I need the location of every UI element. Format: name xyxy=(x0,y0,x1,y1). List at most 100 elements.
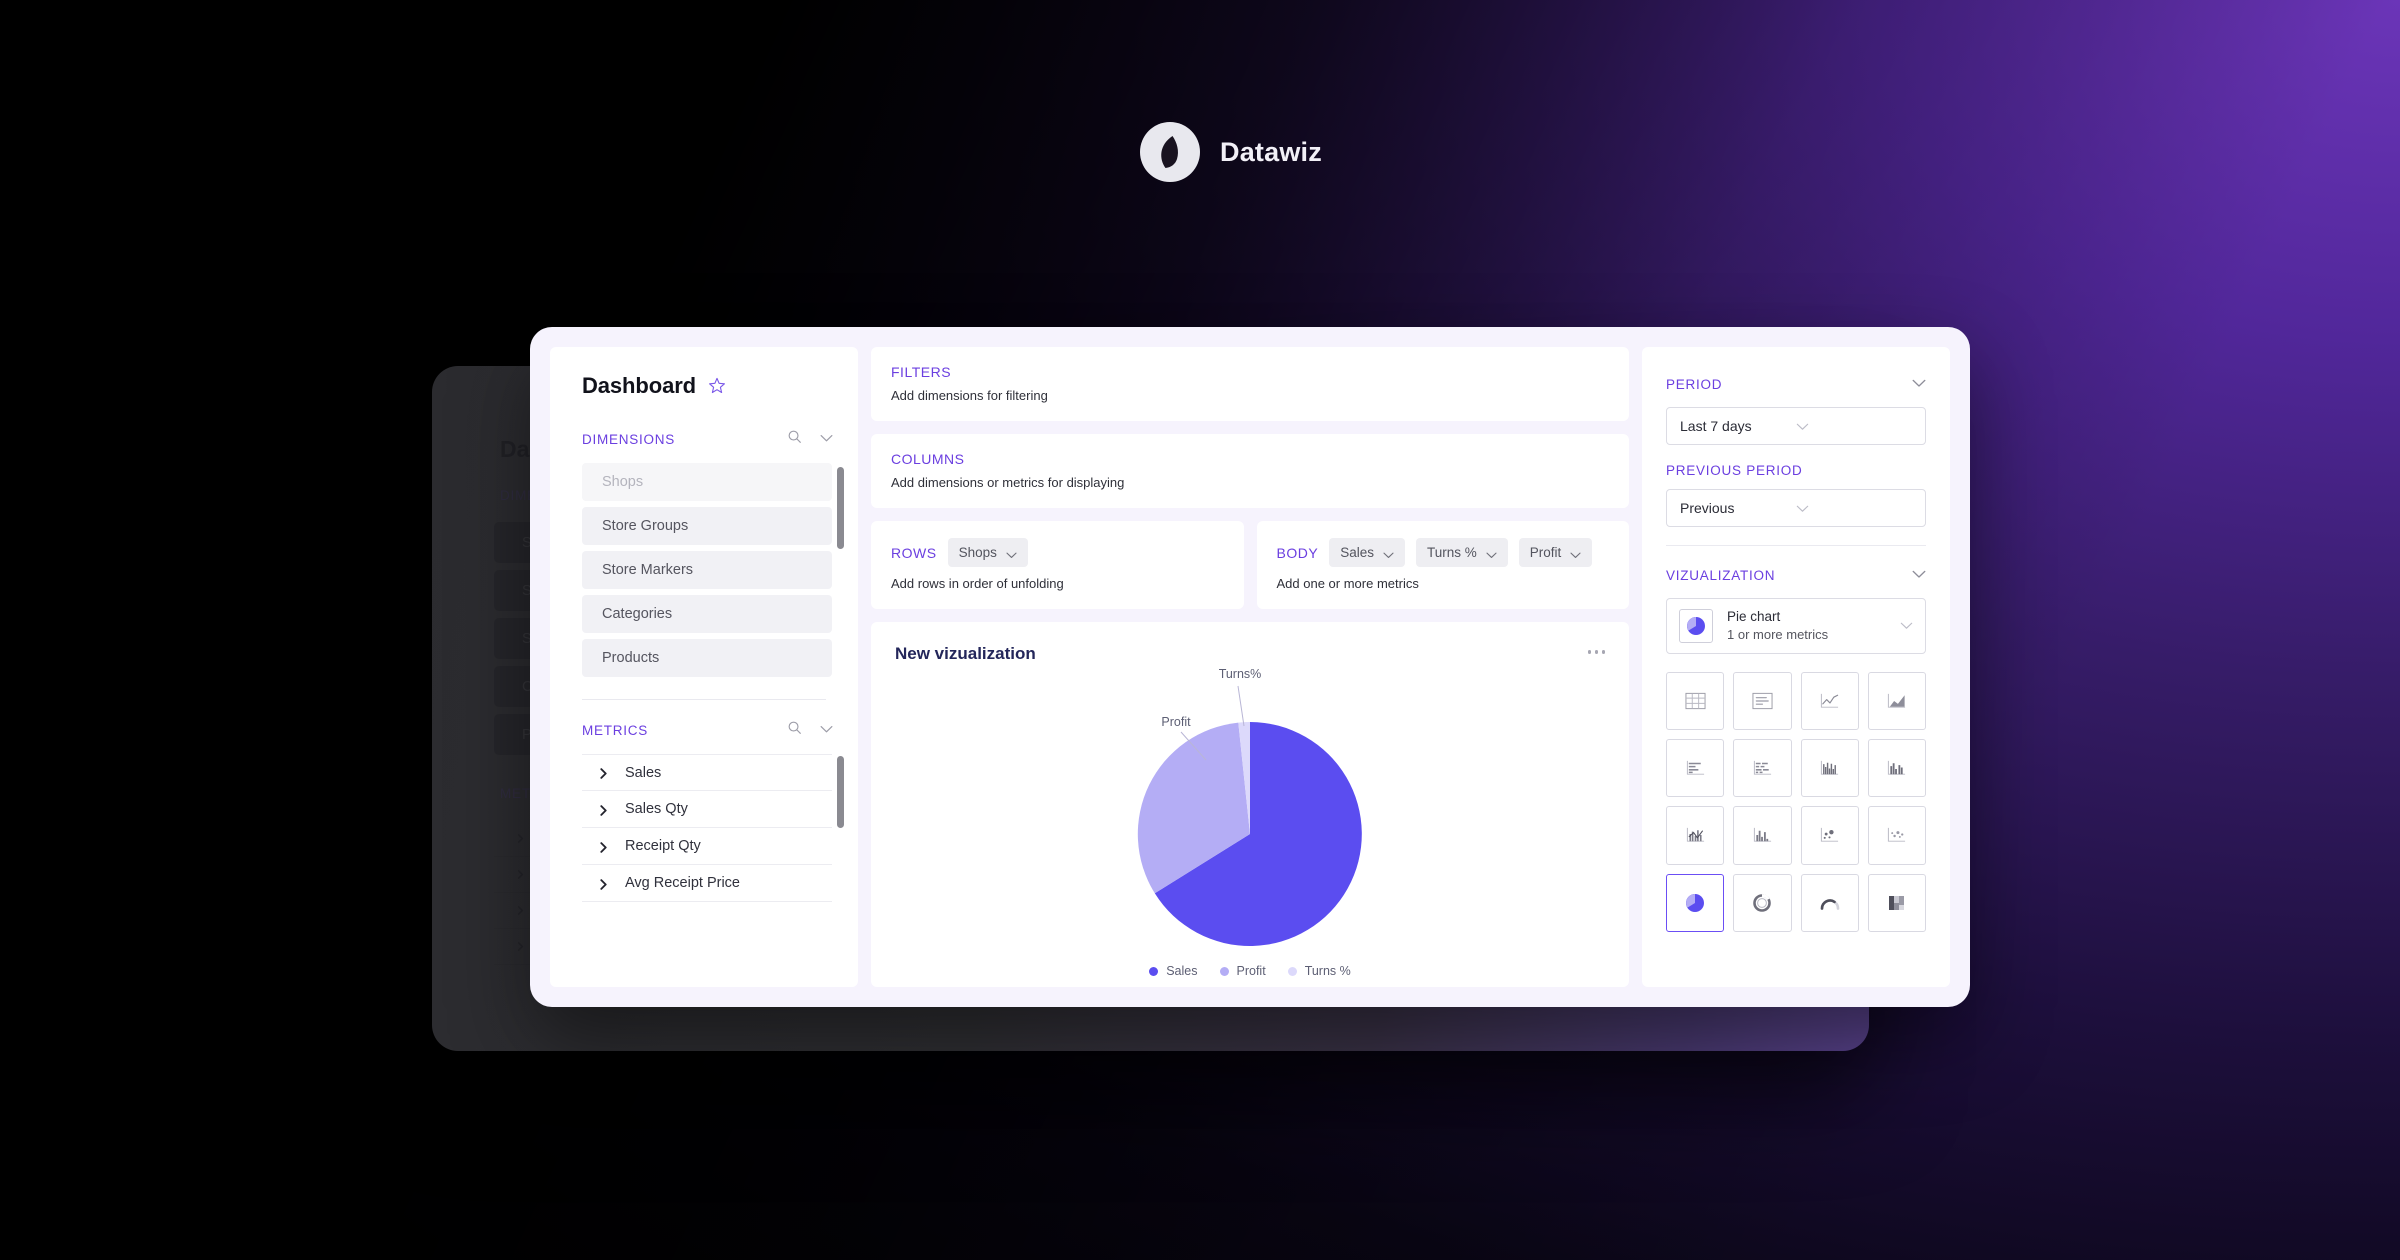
donut-chart-icon[interactable] xyxy=(1733,873,1792,932)
period-value: Last 7 days xyxy=(1680,418,1752,434)
dimension-label: Store Groups xyxy=(602,518,689,534)
stacked-horizontal-bar-icon[interactable] xyxy=(1733,739,1792,798)
page-title: Dashboard xyxy=(582,373,697,398)
dimension-label: Products xyxy=(602,650,660,666)
filters-hint: Add dimensions for filtering xyxy=(891,388,1048,403)
more-options-icon[interactable] xyxy=(1587,644,1605,654)
card-text-icon[interactable] xyxy=(1733,671,1792,731)
pie-chart-icon[interactable] xyxy=(1666,873,1725,932)
period-label: PERIOD xyxy=(1666,376,1723,392)
turns-leader-line xyxy=(1237,685,1245,727)
rows-body-row: ROWS Shops Add rows in order of unfoldin… xyxy=(871,521,1629,609)
table-icon[interactable] xyxy=(1666,671,1725,731)
column-chart-icon[interactable] xyxy=(1800,739,1859,798)
metrics-list: Sales Sales Qty Receipt Qty Avg Receipt … xyxy=(582,754,832,902)
chevron-down-icon[interactable] xyxy=(820,430,833,448)
metric-item-avg-receipt-price[interactable]: Avg Receipt Price xyxy=(582,865,832,902)
chevron-down-icon[interactable] xyxy=(1912,566,1926,584)
scatter-plot-icon[interactable] xyxy=(1800,806,1859,865)
metric-label: Receipt Qty xyxy=(625,838,701,854)
visualization-type-grid xyxy=(1666,671,1926,932)
search-icon[interactable] xyxy=(787,720,802,740)
chevron-right-icon[interactable] xyxy=(598,767,609,779)
chevron-down-icon[interactable] xyxy=(1796,500,1912,516)
histogram-icon[interactable] xyxy=(1733,806,1792,865)
legend-color-swatch xyxy=(1287,966,1297,976)
bubble-chart-icon[interactable] xyxy=(1867,806,1926,865)
legend-item-profit[interactable]: Profit xyxy=(1219,964,1266,978)
filters-dropzone[interactable]: FILTERS Add dimensions for filtering xyxy=(871,347,1629,421)
legend-item-sales[interactable]: Sales xyxy=(1149,964,1198,978)
chevron-right-icon[interactable] xyxy=(598,878,609,890)
dimension-label: Store Markers xyxy=(602,562,694,578)
dimensions-label: DIMENSIONS xyxy=(582,431,676,447)
body-dropzone[interactable]: BODY Sales Turns % Profit Add one or mor… xyxy=(1256,521,1629,609)
settings-divider xyxy=(1666,545,1926,546)
body-chip-sales[interactable]: Sales xyxy=(1329,538,1405,567)
dimensions-scrollbar[interactable] xyxy=(837,467,844,549)
metric-item-sales[interactable]: Sales xyxy=(582,754,832,791)
metric-item-sales-qty[interactable]: Sales Qty xyxy=(582,791,832,828)
combo-chart-icon[interactable] xyxy=(1666,806,1725,865)
star-icon[interactable] xyxy=(707,376,727,396)
metrics-section-header: METRICS xyxy=(550,720,858,740)
metric-label: Avg Receipt Price xyxy=(625,875,740,891)
current-visualization-selector[interactable]: Pie chart 1 or more metrics xyxy=(1666,598,1926,654)
app-window: Dashboard DIMENSIONS Shops Store Groups … xyxy=(530,327,1970,1007)
chip-label: Shops xyxy=(958,545,997,560)
period-section-header: PERIOD xyxy=(1666,375,1926,393)
chevron-right-icon[interactable] xyxy=(598,841,609,853)
heatmap-icon[interactable] xyxy=(1867,873,1926,932)
chevron-down-icon[interactable] xyxy=(1006,547,1017,558)
legend-item-turns[interactable]: Turns % xyxy=(1287,964,1351,978)
search-icon[interactable] xyxy=(787,429,802,449)
dimension-item-categories[interactable]: Categories xyxy=(582,595,832,633)
dimension-item-store-groups[interactable]: Store Groups xyxy=(582,507,832,545)
brand-name: Datawiz xyxy=(1220,136,1322,167)
legend-label: Profit xyxy=(1236,964,1266,978)
filters-label: FILTERS xyxy=(891,364,952,380)
legend-label: Turns % xyxy=(1304,964,1351,978)
dimension-item-store-markers[interactable]: Store Markers xyxy=(582,551,832,589)
brand-logo-lockup: Datawiz xyxy=(1140,122,1322,182)
chevron-down-icon[interactable] xyxy=(820,721,833,739)
chevron-right-icon[interactable] xyxy=(598,804,609,816)
chevron-down-icon[interactable] xyxy=(1486,547,1497,558)
chip-label: Profit xyxy=(1529,545,1562,560)
area-chart-icon[interactable] xyxy=(1867,671,1926,731)
dimension-item-shops[interactable]: Shops xyxy=(582,463,832,501)
chevron-down-icon[interactable] xyxy=(1383,547,1394,558)
metric-label: Sales xyxy=(625,764,662,781)
rows-hint: Add rows in order of unfolding xyxy=(891,576,1064,591)
horizontal-bar-icon[interactable] xyxy=(1666,739,1725,798)
visualization-header: New vizualization xyxy=(895,644,1605,664)
right-settings-panel: PERIOD Last 7 days PREVIOUS PERIOD Previ… xyxy=(1642,347,1950,987)
body-chip-profit[interactable]: Profit xyxy=(1518,538,1593,567)
columns-hint: Add dimensions or metrics for displaying xyxy=(891,475,1125,490)
gauge-chart-icon[interactable] xyxy=(1800,873,1859,932)
grouped-column-icon[interactable] xyxy=(1867,739,1926,798)
chevron-down-icon[interactable] xyxy=(1796,418,1912,434)
dimension-item-products[interactable]: Products xyxy=(582,639,832,677)
metrics-scrollbar[interactable] xyxy=(837,756,844,828)
metric-item-receipt-qty[interactable]: Receipt Qty xyxy=(582,828,832,865)
profit-callout-label: Profit xyxy=(1161,715,1191,729)
page-background: Datawiz Dashboard DIMENSIONS Shops Store… xyxy=(0,0,2400,1260)
chart-legend: Sales Profit Turns % xyxy=(895,964,1605,982)
columns-dropzone[interactable]: COLUMNS Add dimensions or metrics for di… xyxy=(871,434,1629,508)
vizualization-section-header: VIZUALIZATION xyxy=(1666,566,1926,584)
chevron-down-icon[interactable] xyxy=(1912,375,1926,393)
rows-label: ROWS xyxy=(891,544,937,561)
previous-period-select[interactable]: Previous xyxy=(1666,489,1926,527)
chevron-down-icon[interactable] xyxy=(1570,547,1581,558)
period-select[interactable]: Last 7 days xyxy=(1666,407,1926,445)
previous-period-label: PREVIOUS PERIOD xyxy=(1666,463,1803,478)
line-chart-icon[interactable] xyxy=(1800,671,1859,731)
body-chip-turns[interactable]: Turns % xyxy=(1415,538,1508,567)
body-label: BODY xyxy=(1276,544,1319,561)
rows-dropzone[interactable]: ROWS Shops Add rows in order of unfoldin… xyxy=(871,521,1244,609)
chevron-down-icon[interactable] xyxy=(1900,617,1913,635)
vizualization-label: VIZUALIZATION xyxy=(1666,567,1776,583)
chip-label: Turns % xyxy=(1426,545,1477,560)
rows-chip-shops[interactable]: Shops xyxy=(947,538,1028,567)
